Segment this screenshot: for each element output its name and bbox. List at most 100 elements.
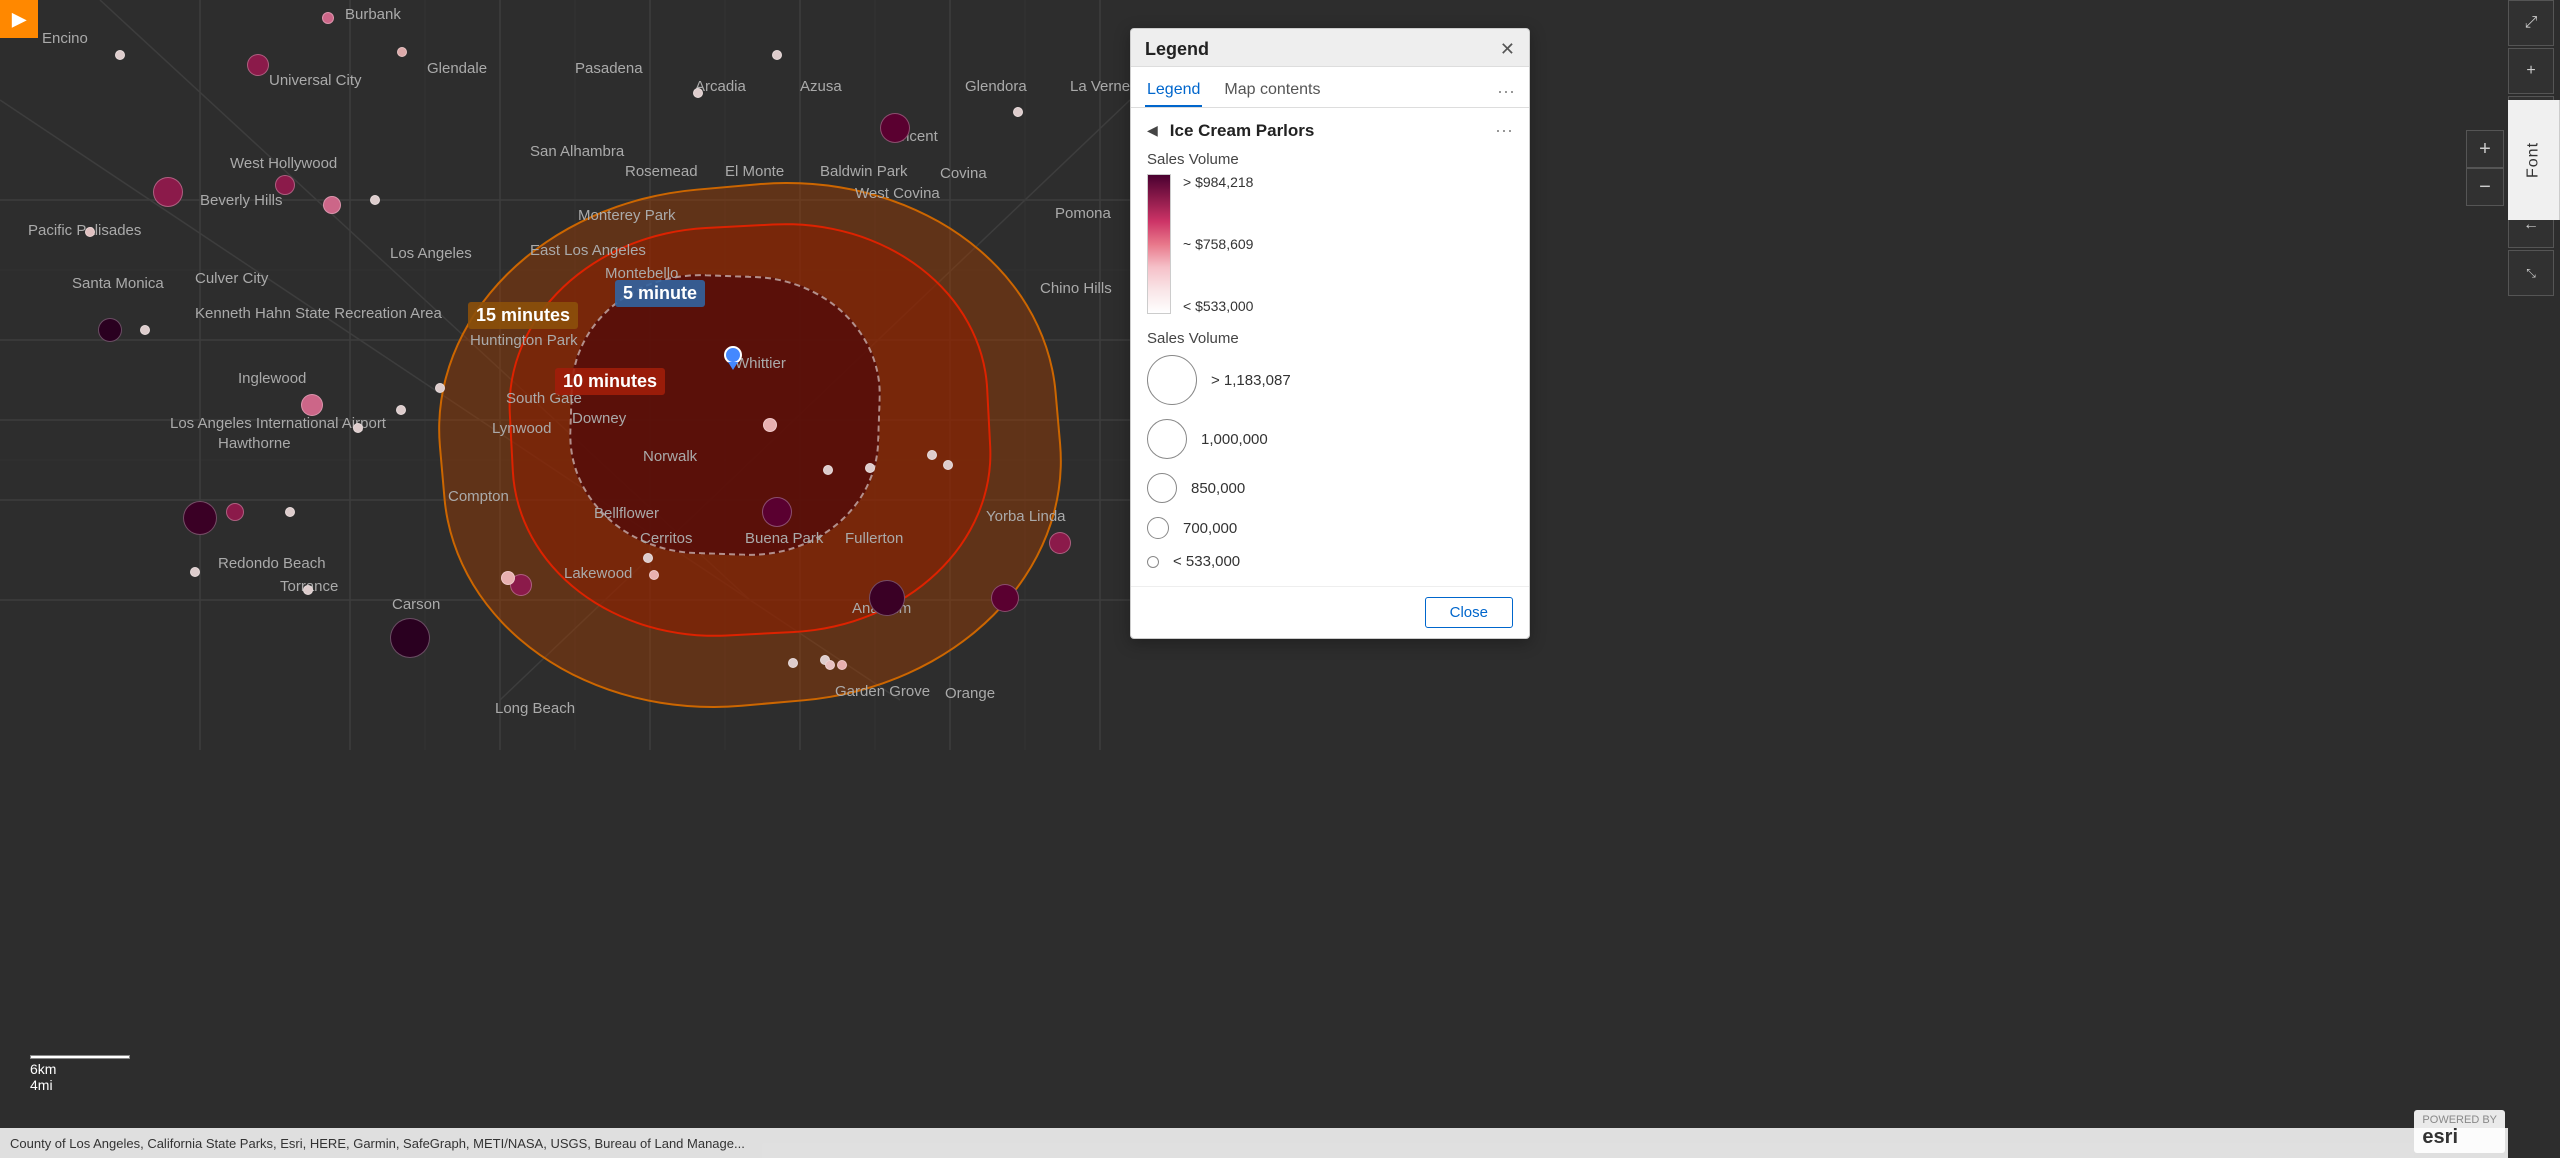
color-ramp-container: > $984,218 ~ $758,609 < $533,000	[1147, 174, 1513, 314]
legend-circle-label: 700,000	[1183, 520, 1237, 537]
legend-circle-label: > 1,183,087	[1211, 372, 1291, 389]
sidebar-toggle-icon: ▶	[12, 9, 26, 30]
expand-button[interactable]: ⤢	[2508, 0, 2554, 46]
legend-circle-label: 1,000,000	[1201, 431, 1268, 448]
data-point[interactable]	[190, 567, 200, 577]
data-point[interactable]	[865, 463, 875, 473]
legend-circle	[1147, 419, 1187, 459]
data-point[interactable]	[322, 12, 334, 24]
legend-tab-more-options[interactable]: ···	[1497, 81, 1515, 102]
data-point[interactable]	[763, 418, 777, 432]
layer-header: ◀ Ice Cream Parlors ···	[1147, 120, 1513, 141]
data-point[interactable]	[85, 227, 95, 237]
expand2-button[interactable]: ⤡	[2508, 250, 2554, 296]
data-point[interactable]	[1049, 532, 1071, 554]
zoom-in-button[interactable]: +	[2466, 130, 2504, 168]
legend-close-button[interactable]: Close	[1425, 597, 1513, 628]
legend-title: Legend	[1145, 39, 1209, 60]
layer-collapse-arrow[interactable]: ◀	[1147, 122, 1158, 139]
drive-time-15-label: 15 minutes	[468, 302, 578, 329]
scale-km: 6km	[30, 1061, 130, 1077]
drive-time-5-label: 5 minute	[615, 280, 705, 307]
data-point[interactable]	[762, 497, 792, 527]
esri-logo: POWERED BY esri	[2414, 1110, 2505, 1153]
data-point[interactable]	[823, 465, 833, 475]
font-panel[interactable]: Font	[2508, 100, 2560, 220]
data-point[interactable]	[837, 660, 847, 670]
esri-powered-by: POWERED BY	[2422, 1114, 2497, 1126]
circle-legend-item: 850,000	[1147, 473, 1513, 503]
data-point[interactable]	[153, 177, 183, 207]
add-icon: +	[2526, 62, 2535, 80]
data-point[interactable]	[353, 423, 363, 433]
legend-tab-map-contents[interactable]: Map contents	[1222, 75, 1322, 107]
data-point[interactable]	[643, 553, 653, 563]
data-point[interactable]	[115, 50, 125, 60]
add-button[interactable]: +	[2508, 48, 2554, 94]
color-ramp	[1147, 174, 1171, 314]
data-point[interactable]	[788, 658, 798, 668]
legend-circle	[1147, 517, 1169, 539]
data-point[interactable]	[98, 318, 122, 342]
data-point[interactable]	[247, 54, 269, 76]
circle-section-title: Sales Volume	[1147, 330, 1513, 347]
data-point[interactable]	[303, 585, 313, 595]
data-point[interactable]	[275, 175, 295, 195]
map-container[interactable]: 5 minute 10 minutes 15 minutes EncinoBur…	[0, 0, 2560, 1158]
legend-footer: Close	[1131, 586, 1529, 638]
legend-tab-legend[interactable]: Legend	[1145, 75, 1202, 107]
data-point[interactable]	[772, 50, 782, 60]
data-point[interactable]	[869, 580, 905, 616]
data-point[interactable]	[396, 405, 406, 415]
data-point[interactable]	[301, 394, 323, 416]
circle-legend: > 1,183,0871,000,000850,000700,000< 533,…	[1147, 355, 1513, 570]
sidebar-toggle[interactable]: ▶	[0, 0, 38, 38]
data-point[interactable]	[397, 47, 407, 57]
drive-time-10-label: 10 minutes	[555, 368, 665, 395]
legend-header: Legend ✕	[1131, 29, 1529, 67]
data-point[interactable]	[183, 501, 217, 535]
attribution-bar: County of Los Angeles, California State …	[0, 1128, 2508, 1158]
scale-bar: 6km 4mi	[30, 1055, 130, 1093]
legend-circle	[1147, 473, 1177, 503]
center-marker	[724, 346, 742, 364]
circle-legend-item: 1,000,000	[1147, 419, 1513, 459]
legend-panel: Legend ✕ Legend Map contents ··· ◀ Ice C…	[1130, 28, 1530, 639]
data-point[interactable]	[927, 450, 937, 460]
layer-title: Ice Cream Parlors	[1170, 121, 1315, 141]
color-ramp-labels: > $984,218 ~ $758,609 < $533,000	[1183, 174, 1253, 314]
esri-brand: esri	[2422, 1126, 2497, 1149]
circle-legend-item: 700,000	[1147, 517, 1513, 539]
data-point[interactable]	[435, 383, 445, 393]
layer-more-options[interactable]: ···	[1495, 120, 1513, 141]
data-point[interactable]	[1013, 107, 1023, 117]
data-point[interactable]	[880, 113, 910, 143]
expand2-icon: ⤡	[2526, 266, 2536, 281]
data-point[interactable]	[693, 88, 703, 98]
font-panel-label: Font	[2525, 142, 2543, 178]
zoom-out-button[interactable]: −	[2466, 168, 2504, 206]
data-point[interactable]	[943, 460, 953, 470]
data-point[interactable]	[649, 570, 659, 580]
zoom-controls: + −	[2466, 130, 2504, 206]
color-ramp-label-bottom: < $533,000	[1183, 298, 1253, 314]
data-point[interactable]	[991, 584, 1019, 612]
legend-tabs: Legend Map contents ···	[1131, 67, 1529, 108]
data-point[interactable]	[370, 195, 380, 205]
data-point[interactable]	[825, 660, 835, 670]
legend-circle-label: 850,000	[1191, 480, 1245, 497]
drive-time-5-area	[565, 270, 885, 561]
legend-circle	[1147, 556, 1159, 568]
data-point[interactable]	[501, 571, 515, 585]
color-ramp-label-top: > $984,218	[1183, 174, 1253, 190]
color-ramp-label-middle: ~ $758,609	[1183, 236, 1253, 252]
data-point[interactable]	[323, 196, 341, 214]
color-section-title: Sales Volume	[1147, 151, 1513, 168]
legend-circle	[1147, 355, 1197, 405]
legend-header-close-button[interactable]: ✕	[1500, 39, 1515, 60]
data-point[interactable]	[390, 618, 430, 658]
data-point[interactable]	[140, 325, 150, 335]
data-point[interactable]	[226, 503, 244, 521]
attribution-text: County of Los Angeles, California State …	[10, 1136, 745, 1151]
data-point[interactable]	[285, 507, 295, 517]
